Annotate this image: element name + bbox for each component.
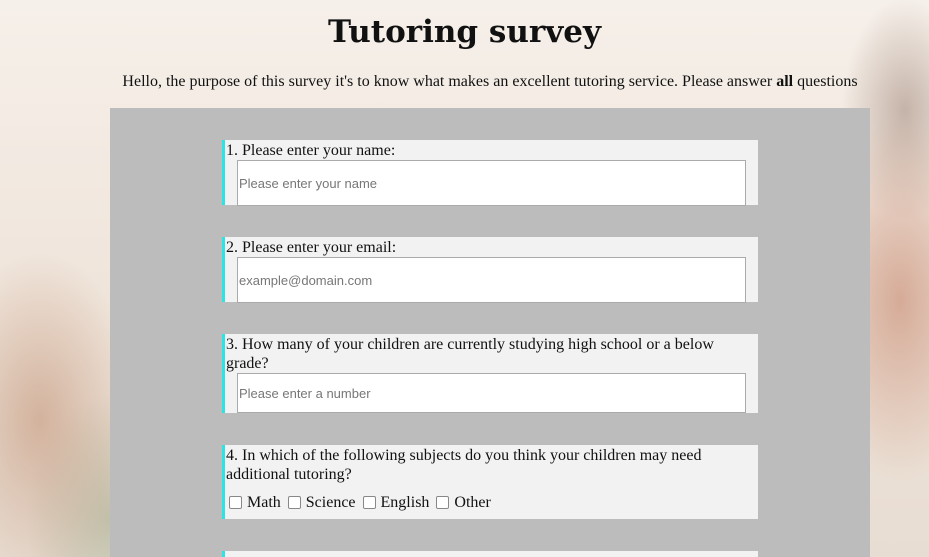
question-name: 1. Please enter your name:	[222, 140, 758, 206]
other-checkbox[interactable]	[436, 495, 450, 509]
question-children-count-label: 3. How many of your children are current…	[226, 336, 714, 372]
subject-option-science[interactable]: Science	[287, 494, 356, 512]
question-next-partial	[222, 551, 758, 557]
question-email: 2. Please enter your email:	[222, 237, 758, 303]
name-input[interactable]	[237, 160, 746, 206]
math-checkbox[interactable]	[229, 495, 242, 509]
question-email-label: 2. Please enter your email:	[226, 239, 397, 256]
question-subjects: 4. In which of the following subjects do…	[222, 445, 758, 519]
intro-text: Hello, the purpose of this survey it's t…	[0, 73, 929, 91]
question-name-label: 1. Please enter your name:	[226, 142, 396, 159]
science-checkbox[interactable]	[287, 495, 301, 509]
email-input[interactable]	[237, 257, 746, 303]
intro-text-start: Hello, the purpose of this survey it's t…	[122, 73, 777, 90]
intro-text-end: questions	[793, 73, 858, 90]
english-label: English	[380, 494, 430, 511]
subjects-checkbox-group: Math Science English Other	[225, 484, 758, 514]
science-label: Science	[305, 494, 356, 511]
subject-option-english[interactable]: English	[362, 494, 430, 512]
question-children-count: 3. How many of your children are current…	[222, 334, 758, 413]
math-label: Math	[247, 494, 281, 511]
subject-option-math[interactable]: Math	[229, 494, 281, 512]
english-checkbox[interactable]	[362, 495, 376, 509]
intro-text-bold: all	[776, 73, 794, 90]
children-count-input[interactable]	[237, 373, 746, 413]
other-label: Other	[454, 494, 491, 511]
page-title: Tutoring survey	[328, 14, 601, 50]
subject-option-other[interactable]: Other	[436, 494, 491, 512]
question-subjects-label: 4. In which of the following subjects do…	[226, 447, 702, 483]
